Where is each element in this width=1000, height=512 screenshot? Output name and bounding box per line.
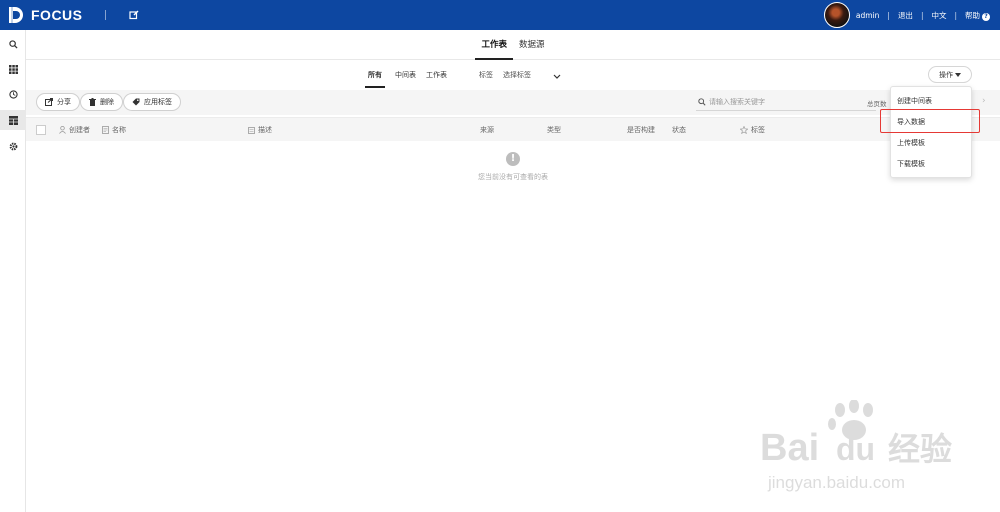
apply-tag-button[interactable]: 应用标签 (123, 93, 181, 111)
avatar[interactable] (823, 2, 850, 28)
tag-icon (132, 98, 140, 106)
header-user-area: admin | 退出 | 中文 | 帮助? (823, 2, 990, 28)
search-icon (698, 98, 706, 106)
logout-link[interactable]: 退出 (898, 10, 913, 21)
chevron-down-icon[interactable] (553, 74, 561, 80)
column-status[interactable]: 状态 (672, 125, 686, 135)
column-description[interactable]: 描述 (248, 125, 272, 135)
clock-icon (8, 89, 18, 99)
search-input[interactable]: 请输入搜索关键字 (709, 97, 765, 107)
separator: | (920, 10, 924, 20)
column-name[interactable]: 名称 (102, 125, 126, 135)
description-icon (248, 126, 255, 134)
left-sidebar (0, 30, 26, 512)
trash-icon (89, 98, 96, 106)
username[interactable]: admin (856, 11, 880, 20)
filter-tabs: 所有 中间表 工作表 标签 选择标签 (365, 66, 561, 88)
column-type-label: 类型 (547, 126, 561, 134)
column-name-label: 名称 (112, 126, 126, 134)
svg-text:Bai: Bai (760, 427, 819, 469)
gear-icon (9, 142, 17, 150)
search-box[interactable]: 请输入搜索关键字 (696, 94, 876, 111)
document-icon (102, 126, 109, 134)
column-is-built[interactable]: 是否构建 (627, 125, 655, 135)
column-source-label: 来源 (480, 126, 494, 134)
app-logo[interactable]: FOCUS (6, 5, 83, 25)
help-label: 帮助 (965, 10, 980, 20)
svg-text:经验: 经验 (888, 430, 952, 468)
next-page-icon[interactable]: › (982, 96, 986, 106)
column-source[interactable]: 来源 (480, 125, 494, 135)
table-icon (8, 115, 18, 125)
grid-icon (8, 64, 18, 74)
tag-label: 标签 (479, 71, 493, 79)
app-name: FOCUS (31, 7, 83, 23)
sidebar-item-data[interactable] (0, 110, 26, 130)
language-switch[interactable]: 中文 (931, 10, 946, 21)
apply-tag-label: 应用标签 (144, 98, 172, 106)
top-header: FOCUS admin | 退出 | 中文 | 帮助? (0, 0, 1000, 30)
column-description-label: 描述 (258, 126, 272, 134)
focus-logo-icon (6, 5, 26, 25)
help-icon: ? (982, 12, 990, 21)
delete-label: 删除 (100, 98, 114, 106)
baidu-jingyan-watermark: Bai du 经验 jingyan.baidu.com (760, 399, 990, 500)
column-type[interactable]: 类型 (547, 125, 561, 135)
sidebar-item-history[interactable] (0, 84, 26, 104)
separator: | (954, 10, 957, 20)
search-icon (8, 39, 18, 49)
column-creator[interactable]: 创建者 (59, 125, 90, 135)
share-icon (45, 98, 53, 106)
delete-button[interactable]: 删除 (80, 93, 123, 111)
toolbar: 分享 删除 应用标签 请输入搜索关键字 总页数 › (26, 90, 1000, 115)
filter-tab-intermediate[interactable]: 中间表 (395, 66, 416, 88)
column-tag[interactable]: 标签 (740, 125, 765, 135)
tab-worksheet[interactable]: 工作表 (475, 30, 513, 60)
operate-label: 操作 (939, 70, 953, 79)
star-icon (740, 126, 748, 134)
svg-text:du: du (836, 431, 875, 467)
filter-tab-worksheet[interactable]: 工作表 (426, 66, 447, 88)
operate-button[interactable]: 操作 (928, 66, 972, 83)
filter-tab-all[interactable]: 所有 (365, 66, 385, 88)
menu-item-download-template[interactable]: 下载模板 (891, 154, 971, 175)
empty-state: ! 您当前没有可查看的表 (26, 152, 1000, 182)
column-status-label: 状态 (672, 126, 686, 134)
warning-icon: ! (506, 152, 520, 166)
sidebar-item-search[interactable] (0, 34, 26, 54)
total-pages-label: 总页数 (867, 100, 887, 108)
svg-text:jingyan.baidu.com: jingyan.baidu.com (767, 473, 905, 492)
select-all-checkbox[interactable] (36, 125, 46, 135)
table-header: 创建者 名称 描述 来源 类型 是否构建 状态 标签 (26, 117, 1000, 141)
column-creator-label: 创建者 (69, 126, 90, 134)
share-button[interactable]: 分享 (36, 93, 80, 111)
user-icon (59, 126, 66, 134)
edit-icon[interactable] (128, 9, 140, 21)
help-link[interactable]: 帮助? (965, 10, 990, 21)
header-divider (104, 10, 106, 20)
column-is-built-label: 是否构建 (627, 126, 655, 134)
highlight-annotation (880, 109, 980, 133)
share-label: 分享 (57, 98, 71, 106)
sidebar-item-dashboard[interactable] (0, 59, 26, 79)
tag-select[interactable]: 选择标签 (503, 66, 531, 88)
caret-down-icon (955, 72, 961, 77)
tab-datasource[interactable]: 数据源 (513, 30, 551, 60)
empty-text: 您当前没有可查看的表 (478, 173, 548, 181)
menu-item-upload-template[interactable]: 上传模板 (891, 133, 971, 154)
separator: | (887, 10, 890, 20)
column-tag-label: 标签 (751, 126, 765, 134)
sidebar-item-settings[interactable] (0, 136, 26, 156)
main-tabs: 工作表 数据源 (26, 30, 1000, 60)
